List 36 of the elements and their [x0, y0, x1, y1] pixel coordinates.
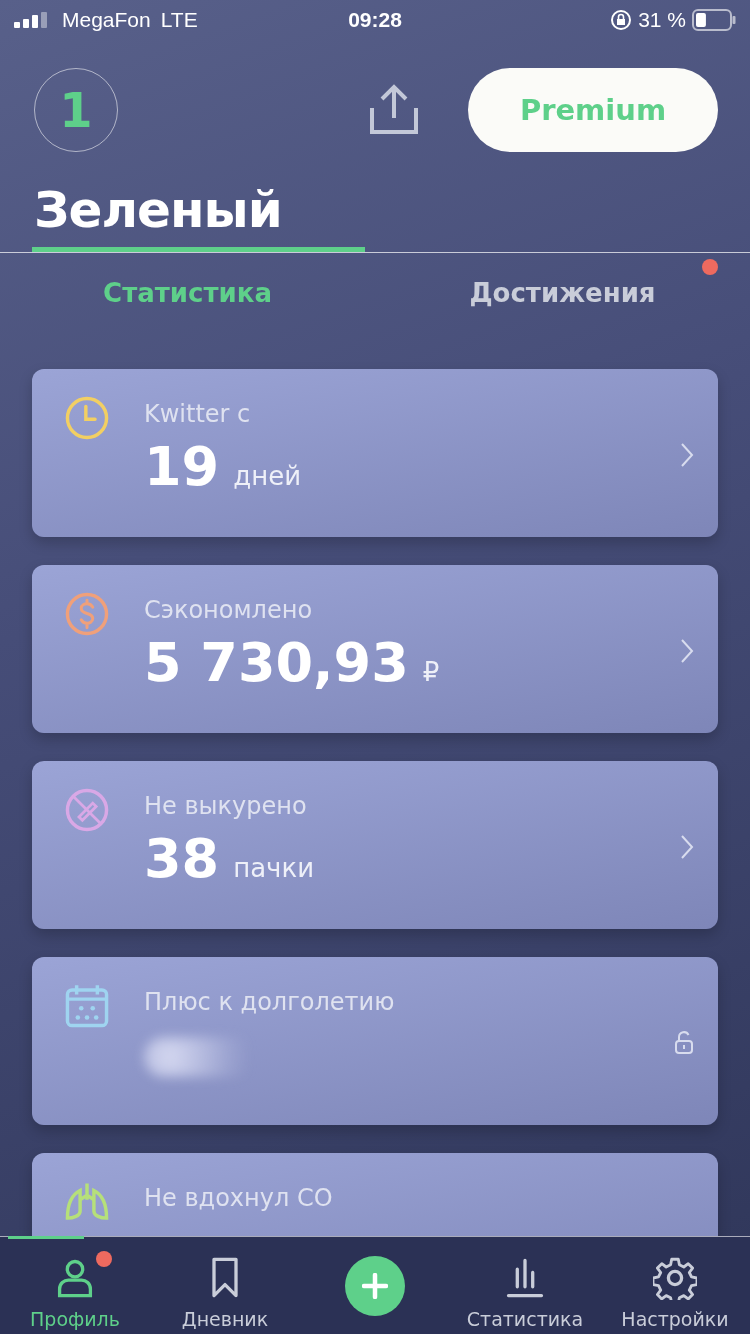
- stat-card[interactable]: Не выкурено 38 пачки: [32, 761, 718, 929]
- stat-unit: дней: [233, 461, 302, 491]
- stat-card[interactable]: Плюс к долголетию: [32, 957, 718, 1125]
- stat-value: 5 730,93: [144, 631, 409, 695]
- network-type: LTE: [160, 8, 198, 32]
- clock-time: 09:28: [348, 8, 402, 31]
- stat-card[interactable]: Сэкономлено 5 730,93 ₽: [32, 565, 718, 733]
- battery-icon: [692, 9, 736, 31]
- chevron-right-icon: [680, 638, 694, 664]
- carrier-name: MegaFon: [62, 8, 151, 32]
- battery-percentage: 31 %: [638, 8, 686, 32]
- card-title: Сэкономлено: [144, 595, 314, 625]
- stat-unit: ₽: [422, 657, 440, 687]
- stat-unit: пачки: [233, 853, 315, 883]
- plus-icon: [362, 1272, 388, 1299]
- profile-name: Зеленый: [34, 180, 283, 240]
- stat-value: 19: [144, 435, 220, 499]
- lock-icon: [674, 1031, 694, 1055]
- chevron-right-icon: [680, 834, 694, 860]
- stat-card[interactable]: Kwitter с 19 дней: [32, 369, 718, 537]
- tab[interactable]: Достижения: [375, 253, 750, 333]
- chevron-right-icon: [680, 442, 694, 468]
- tab-bar-item[interactable]: Настройки: [600, 1237, 750, 1334]
- stat-card[interactable]: Не вдохнул CO: [32, 1153, 718, 1236]
- card-title: Не выкурено: [144, 791, 308, 821]
- stat-value: 38: [144, 827, 220, 891]
- tab[interactable]: Статистика: [0, 253, 375, 333]
- card-title: Kwitter с: [144, 399, 252, 429]
- premium-button[interactable]: Premium: [468, 68, 718, 152]
- tab-bar-item[interactable]: Профиль: [0, 1237, 150, 1334]
- card-title: Не вдохнул CO: [144, 1183, 334, 1213]
- gear-icon: [653, 1256, 697, 1300]
- card-title: Плюс к долголетию: [144, 987, 396, 1017]
- tab-bar-item[interactable]: Дневник: [150, 1237, 300, 1334]
- tab-bar-item[interactable]: Статистика: [450, 1237, 600, 1334]
- rotation-lock-icon: [610, 9, 633, 31]
